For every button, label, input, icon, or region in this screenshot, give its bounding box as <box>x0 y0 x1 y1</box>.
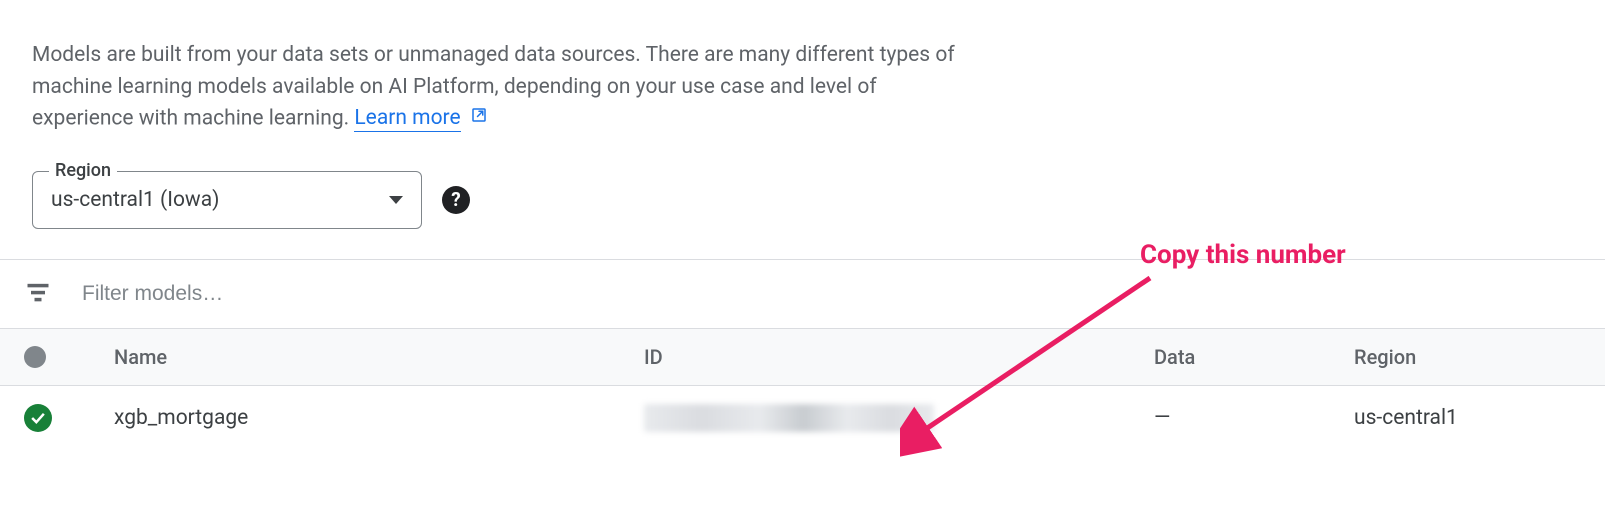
region-select[interactable]: Region us-central1 (Iowa) <box>32 171 422 229</box>
column-status <box>24 346 114 368</box>
region-label: Region <box>49 160 117 181</box>
external-link-icon <box>470 103 488 135</box>
description-text: Models are built from your data sets or … <box>0 40 1000 135</box>
filter-input[interactable] <box>82 282 482 306</box>
column-name[interactable]: Name <box>114 345 644 369</box>
status-success-icon <box>24 404 52 432</box>
chevron-down-icon <box>389 192 403 208</box>
table-header: Name ID Data Region <box>0 329 1605 386</box>
table-row[interactable]: xgb_mortgage — us-central1 <box>0 386 1605 450</box>
column-region[interactable]: Region <box>1354 345 1581 369</box>
filter-icon[interactable] <box>24 278 52 310</box>
help-icon[interactable]: ? <box>442 186 470 214</box>
filter-bar <box>0 260 1605 329</box>
row-region: us-central1 <box>1354 406 1581 430</box>
learn-more-link[interactable]: Learn more <box>354 106 460 132</box>
row-name: xgb_mortgage <box>114 406 644 430</box>
column-id[interactable]: ID <box>644 345 1154 369</box>
redacted-id <box>644 404 934 432</box>
row-id <box>644 404 1154 432</box>
status-dot-icon <box>24 346 46 368</box>
region-value: us-central1 (Iowa) <box>51 188 219 212</box>
column-data[interactable]: Data <box>1154 345 1354 369</box>
description-body: Models are built from your data sets or … <box>32 43 955 130</box>
row-data: — <box>1154 406 1354 430</box>
